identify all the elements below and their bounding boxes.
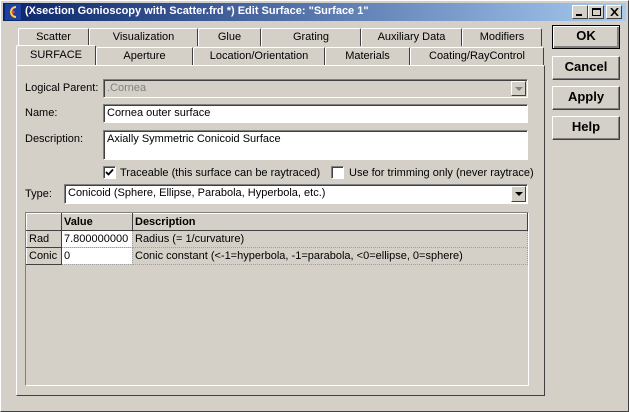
traceable-label: Traceable (this surface can be raytraced… bbox=[120, 167, 321, 179]
table-row: Rad 7.800000000 Radius (= 1/curvature) bbox=[26, 230, 528, 248]
tab-surface[interactable]: SURFACE bbox=[16, 45, 96, 65]
title-bar[interactable]: (Xsection Gonioscopy with Scatter.frd *)… bbox=[3, 3, 626, 21]
ok-button[interactable]: OK bbox=[552, 25, 620, 49]
description-label: Description: bbox=[25, 133, 84, 145]
row-name: Conic bbox=[26, 247, 62, 265]
tab-visualization[interactable]: Visualization bbox=[89, 28, 198, 46]
tab-grating[interactable]: Grating bbox=[261, 28, 361, 46]
table-row: Conic 0 Conic constant (<-1=hyperbola, -… bbox=[26, 247, 528, 265]
tab-coating-raycontrol[interactable]: Coating/RayControl bbox=[410, 47, 544, 65]
name-input[interactable]: Cornea outer surface bbox=[103, 104, 528, 123]
traceable-checkbox[interactable] bbox=[103, 166, 116, 179]
description-cell: Radius (= 1/curvature) bbox=[132, 230, 528, 248]
type-dropdown[interactable]: Conicoid (Sphere, Ellipse, Parabola, Hyp… bbox=[64, 184, 528, 204]
help-button[interactable]: Help bbox=[552, 116, 620, 140]
value-column-header[interactable]: Value bbox=[61, 213, 133, 231]
cancel-button[interactable]: Cancel bbox=[552, 56, 620, 80]
chevron-down-icon[interactable] bbox=[511, 81, 526, 96]
tab-auxiliary-data[interactable]: Auxiliary Data bbox=[361, 28, 462, 46]
description-cell: Conic constant (<-1=hyperbola, -1=parabo… bbox=[132, 247, 528, 265]
tab-scatter[interactable]: Scatter bbox=[18, 28, 89, 46]
grid-corner-header bbox=[26, 213, 62, 231]
tab-materials[interactable]: Materials bbox=[325, 47, 410, 65]
tab-aperture[interactable]: Aperture bbox=[96, 47, 193, 65]
name-label: Name: bbox=[25, 107, 58, 119]
grid-header-row: Value Description bbox=[26, 213, 528, 231]
value-cell[interactable]: 7.800000000 bbox=[61, 230, 133, 248]
apply-button[interactable]: Apply bbox=[552, 86, 620, 110]
minimize-button[interactable] bbox=[572, 5, 588, 19]
chevron-down-icon[interactable] bbox=[511, 186, 526, 202]
window-title: (Xsection Gonioscopy with Scatter.frd *)… bbox=[25, 5, 369, 17]
parameters-table: Value Description Rad 7.800000000 Radius… bbox=[26, 213, 528, 265]
logical-parent-dropdown[interactable]: .Cornea bbox=[103, 79, 528, 98]
logical-parent-value: .Cornea bbox=[107, 82, 147, 94]
close-button[interactable] bbox=[606, 5, 622, 19]
description-input[interactable]: Axially Symmetric Conicoid Surface bbox=[103, 130, 528, 160]
tab-modifiers[interactable]: Modifiers bbox=[462, 28, 542, 46]
maximize-button[interactable] bbox=[588, 5, 604, 19]
description-column-header[interactable]: Description bbox=[132, 213, 528, 231]
logical-parent-label: Logical Parent: bbox=[25, 82, 99, 94]
row-name: Rad bbox=[26, 230, 62, 248]
edit-surface-dialog: (Xsection Gonioscopy with Scatter.frd *)… bbox=[0, 0, 629, 412]
tab-glue[interactable]: Glue bbox=[198, 28, 261, 46]
type-label: Type: bbox=[25, 188, 52, 200]
trimming-only-checkbox[interactable] bbox=[331, 166, 344, 179]
trimming-only-label: Use for trimming only (never raytrace) bbox=[349, 167, 534, 179]
tab-location-orientation[interactable]: Location/Orientation bbox=[193, 47, 325, 65]
parameters-grid[interactable]: Value Description Rad 7.800000000 Radius… bbox=[25, 212, 529, 386]
app-icon bbox=[5, 4, 21, 20]
value-cell[interactable]: 0 bbox=[61, 247, 133, 265]
type-value: Conicoid (Sphere, Ellipse, Parabola, Hyp… bbox=[68, 187, 326, 199]
